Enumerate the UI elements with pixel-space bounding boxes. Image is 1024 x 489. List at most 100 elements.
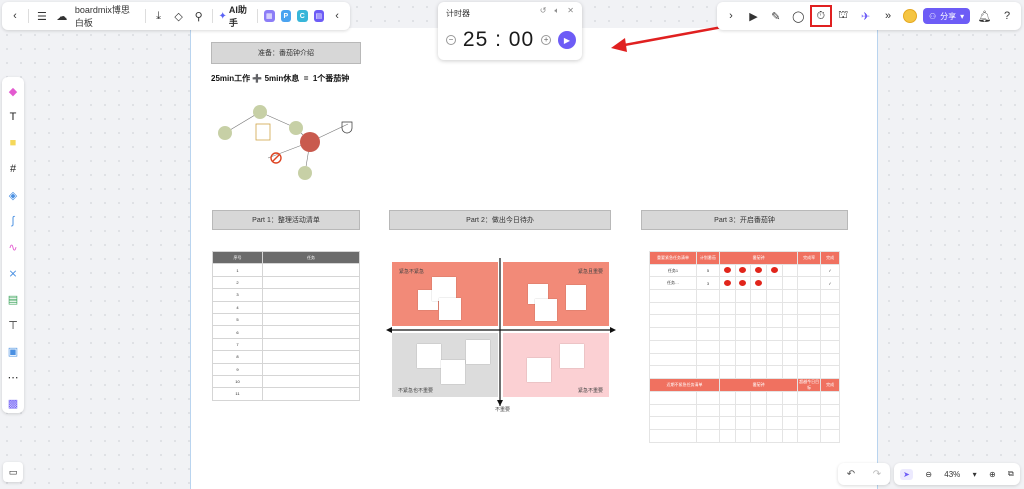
table-cell[interactable] [797, 339, 822, 354]
table-cell[interactable] [695, 314, 720, 329]
table-cell[interactable] [750, 365, 767, 379]
table-row[interactable] [649, 314, 840, 329]
table-cell[interactable] [765, 263, 783, 278]
table-cell[interactable] [718, 314, 736, 329]
sticky-note[interactable] [566, 285, 586, 310]
table-row[interactable] [649, 403, 840, 418]
table-cell[interactable] [797, 403, 822, 418]
table-cell[interactable] [797, 314, 822, 329]
table-cell[interactable] [649, 428, 697, 443]
table-cell[interactable] [718, 416, 736, 430]
more-tools-icon[interactable]: ⋯ [5, 367, 21, 387]
task-cell[interactable] [262, 387, 360, 401]
table-cell[interactable] [718, 428, 736, 443]
table-cell[interactable] [718, 390, 736, 405]
table-cell[interactable] [718, 301, 736, 316]
table-row[interactable]: 任务… 3 ✓ [649, 276, 840, 291]
table-row[interactable] [649, 390, 840, 405]
table-cell[interactable] [750, 301, 767, 316]
frame-icon[interactable]: # [5, 159, 21, 179]
table-cell[interactable] [797, 416, 822, 430]
table-cell[interactable] [765, 301, 783, 316]
media-icon[interactable]: ▣ [5, 341, 21, 361]
table-row[interactable]: 任务1 5 ✓ [649, 263, 840, 278]
table-row[interactable]: 3 [212, 288, 360, 302]
table-row[interactable]: 11 [212, 387, 360, 401]
table-cell[interactable] [781, 339, 799, 354]
pen-icon[interactable]: ∿ [5, 237, 21, 257]
table-cell[interactable] [750, 352, 767, 367]
table-cell[interactable] [781, 314, 799, 329]
task-cell[interactable] [262, 300, 360, 314]
table-cell[interactable] [781, 352, 799, 367]
table-cell[interactable] [781, 301, 799, 316]
task-cell[interactable] [262, 350, 360, 364]
table-cell[interactable] [695, 365, 720, 379]
table-cell[interactable] [649, 327, 697, 341]
help-icon[interactable]: ? [999, 8, 1015, 24]
table-cell[interactable] [820, 428, 840, 443]
table-cell[interactable] [765, 327, 783, 341]
table-cell[interactable] [695, 416, 720, 430]
table-cell[interactable] [750, 416, 767, 430]
sound-icon[interactable]: 🔈︎ [554, 6, 559, 16]
zoom-dropdown-icon[interactable]: ▾ [973, 470, 977, 479]
table-cell[interactable] [695, 403, 720, 418]
formula[interactable]: 25min工作 ➕ 5min休息 = 1个番茄钟 [211, 73, 349, 84]
connector-icon[interactable]: ∫ [5, 211, 21, 231]
menu-icon[interactable]: ☰ [35, 8, 49, 24]
table-cell[interactable] [734, 301, 752, 316]
table-cell[interactable] [649, 390, 697, 405]
table-cell[interactable] [820, 339, 840, 354]
table-cell[interactable] [765, 416, 783, 430]
table-cell[interactable] [820, 365, 840, 379]
table-cell[interactable] [820, 327, 840, 341]
table-cell[interactable] [734, 416, 752, 430]
table-cell[interactable] [750, 289, 767, 303]
collapse-icon[interactable]: ‹ [330, 8, 344, 24]
table-cell[interactable] [781, 403, 799, 418]
table-row[interactable]: 9 [212, 362, 360, 376]
table-cell[interactable]: 任务… [649, 276, 697, 291]
table-cell[interactable] [797, 301, 822, 316]
sticky-note[interactable] [466, 340, 490, 364]
avatar[interactable] [902, 9, 917, 23]
table-cell[interactable] [750, 276, 767, 291]
task-cell[interactable] [262, 312, 360, 327]
task-cell[interactable] [262, 337, 360, 352]
table-cell[interactable] [734, 276, 752, 291]
task-cell[interactable] [262, 275, 360, 290]
table-cell[interactable] [649, 339, 697, 354]
task-cell[interactable] [262, 362, 360, 376]
timer-seconds[interactable]: 00 [509, 28, 534, 51]
timer-icon[interactable]: ⏱ [809, 5, 832, 27]
ai-assistant-button[interactable]: ✦ AI助手 [218, 3, 251, 29]
table-cell[interactable] [765, 314, 783, 329]
plugins-icon[interactable]: ▩ [5, 393, 21, 413]
pomodoro-diagram[interactable] [208, 98, 358, 188]
more-icon[interactable]: » [880, 8, 896, 24]
table-row[interactable]: 8 [212, 350, 360, 364]
table-cell[interactable] [820, 314, 840, 329]
table-cell[interactable] [750, 339, 767, 354]
back-icon[interactable]: ‹ [8, 8, 22, 24]
table-row[interactable]: 7 [212, 337, 360, 352]
table-cell[interactable] [750, 428, 767, 443]
table-cell[interactable] [649, 289, 697, 303]
table-cell[interactable] [797, 390, 822, 405]
table-cell[interactable] [734, 339, 752, 354]
table-cell[interactable] [695, 428, 720, 443]
table-row[interactable]: 6 [212, 325, 360, 339]
table-cell[interactable]: 任务1 [649, 263, 697, 278]
table-row[interactable] [649, 352, 840, 367]
redo-icon[interactable]: ↷ [873, 469, 881, 480]
table-cell[interactable] [734, 314, 752, 329]
table-cell[interactable] [734, 289, 752, 303]
zoom-out-icon[interactable]: ⊖ [925, 470, 932, 479]
pomodoro-table[interactable]: 重要紧急任务清单 计划番茄 番茄钟 完成率 完成 任务1 5 ✓ 任务… 3 ✓ 近期不紧急任务清单番… [649, 251, 840, 443]
table-cell[interactable] [695, 327, 720, 341]
table-row[interactable] [649, 301, 840, 316]
table-cell[interactable] [718, 352, 736, 367]
table-cell[interactable] [797, 289, 822, 303]
close-icon[interactable]: ✕ [567, 6, 574, 16]
